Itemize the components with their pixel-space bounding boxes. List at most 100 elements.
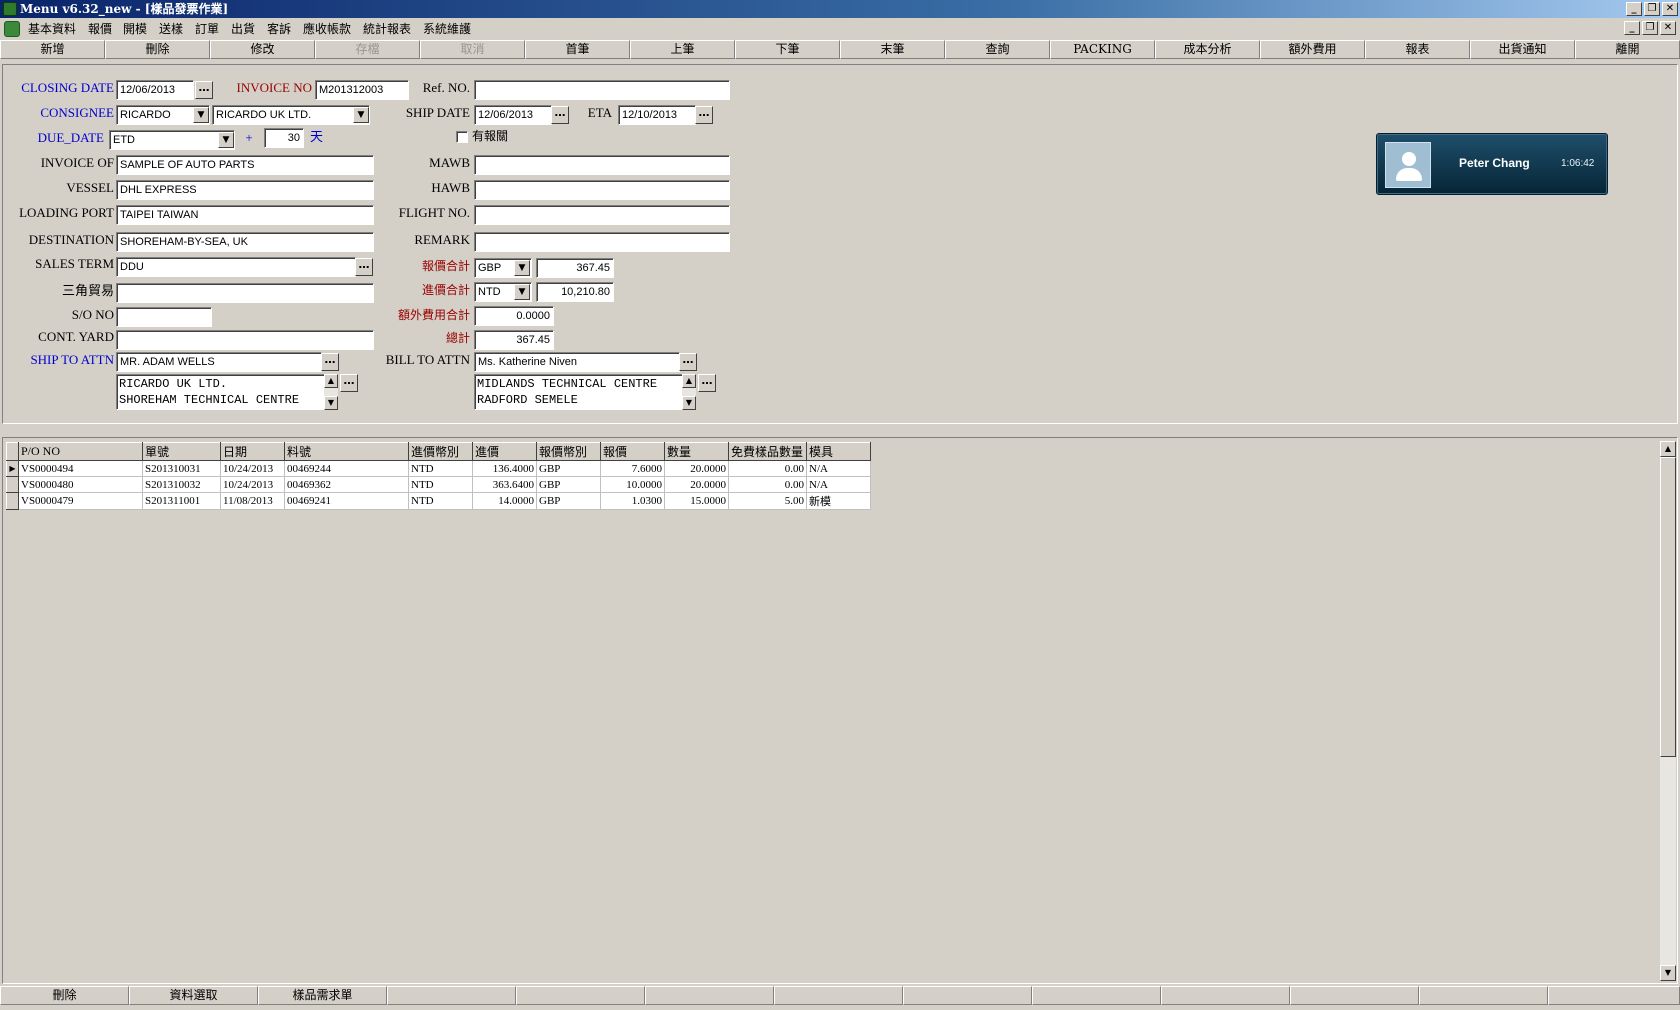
cell-part-no[interactable]: 00469241: [284, 492, 409, 510]
col-mold[interactable]: 模具: [806, 442, 871, 461]
cell-quantity[interactable]: 20.0000: [664, 460, 729, 477]
restore-icon[interactable]: ❐: [1644, 2, 1660, 16]
closing-date-picker-icon[interactable]: …: [195, 81, 213, 99]
invoice-no-field[interactable]: M201312003: [315, 80, 409, 100]
invoice-of-field[interactable]: SAMPLE OF AUTO PARTS: [116, 155, 374, 175]
ship-date-picker-icon[interactable]: …: [551, 106, 569, 124]
purchase-total-field[interactable]: 10,210.80: [536, 282, 614, 302]
scroll-up-icon[interactable]: ▲: [324, 374, 338, 388]
cell-sample-no[interactable]: S201310032: [142, 476, 221, 493]
closing-date-field[interactable]: 12/06/2013: [116, 80, 194, 100]
hawb-field[interactable]: [474, 180, 730, 200]
consignee-name-select[interactable]: RICARDO UK LTD.: [212, 105, 370, 125]
previous-record-button[interactable]: 上筆: [630, 40, 735, 59]
ship-to-scrollbar[interactable]: ▲ ▼: [324, 374, 338, 410]
eta-field[interactable]: 12/10/2013: [618, 105, 696, 125]
cell-purchase-currency[interactable]: NTD: [408, 460, 473, 477]
cell-part-no[interactable]: 00469244: [284, 460, 409, 477]
chevron-down-icon[interactable]: ▼: [218, 132, 234, 148]
cell-sample-no[interactable]: S201311001: [142, 492, 221, 510]
remark-field[interactable]: [474, 232, 730, 252]
first-record-button[interactable]: 首筆: [525, 40, 630, 59]
col-purchase-currency[interactable]: 進價幣別: [408, 442, 473, 461]
cancel-button[interactable]: 取消: [420, 40, 525, 59]
scroll-thumb[interactable]: [1660, 457, 1676, 757]
menu-complaint[interactable]: 客訴: [262, 20, 296, 38]
eta-picker-icon[interactable]: …: [695, 106, 713, 124]
cell-quote-price[interactable]: 1.0300: [600, 492, 665, 510]
cell-quantity[interactable]: 20.0000: [664, 476, 729, 493]
delete-row-button[interactable]: 刪除: [0, 986, 129, 1005]
so-no-field[interactable]: [116, 307, 212, 327]
table-row[interactable]: VS0000479 S201311001 11/08/2013 00469241…: [6, 492, 871, 510]
cell-purchase-currency[interactable]: NTD: [408, 476, 473, 493]
menu-sample-send[interactable]: 送樣: [154, 20, 188, 38]
save-button[interactable]: 存檔: [315, 40, 420, 59]
cont-yard-field[interactable]: [116, 330, 374, 350]
exit-button[interactable]: 離開: [1575, 40, 1680, 59]
cell-free-sample-qty[interactable]: 5.00: [728, 492, 807, 510]
cell-mold[interactable]: 新模: [806, 492, 871, 510]
chevron-down-icon[interactable]: ▼: [514, 260, 530, 276]
select-data-button[interactable]: 資料選取: [129, 986, 258, 1005]
cell-part-no[interactable]: 00469362: [284, 476, 409, 493]
col-purchase-price[interactable]: 進價: [472, 442, 537, 461]
bill-to-attn-field[interactable]: Ms. Katherine Niven: [474, 352, 680, 372]
extra-fee-total-field[interactable]: 0.0000: [474, 306, 554, 326]
ship-to-attn-field[interactable]: MR. ADAM WELLS: [116, 352, 322, 372]
mdi-restore-icon[interactable]: ❐: [1642, 21, 1658, 35]
col-quote-currency[interactable]: 報價幣別: [536, 442, 601, 461]
destination-field[interactable]: SHOREHAM-BY-SEA, UK: [116, 232, 374, 252]
grid-vertical-scrollbar[interactable]: ▲ ▼: [1660, 441, 1676, 981]
cell-purchase-price[interactable]: 14.0000: [472, 492, 537, 510]
customs-checkbox[interactable]: [456, 131, 468, 143]
cell-quote-price[interactable]: 10.0000: [600, 476, 665, 493]
col-quote-price[interactable]: 報價: [600, 442, 665, 461]
cell-date[interactable]: 10/24/2013: [220, 460, 285, 477]
cell-quote-currency[interactable]: GBP: [536, 492, 601, 510]
cell-free-sample-qty[interactable]: 0.00: [728, 476, 807, 493]
col-free-sample-qty[interactable]: 免費樣品數量: [728, 442, 807, 461]
menu-mold[interactable]: 開模: [118, 20, 152, 38]
col-quantity[interactable]: 數量: [664, 442, 729, 461]
menu-basic-data[interactable]: 基本資料: [23, 20, 81, 38]
chevron-down-icon[interactable]: ▼: [353, 107, 369, 123]
cell-quantity[interactable]: 15.0000: [664, 492, 729, 510]
edit-button[interactable]: 修改: [210, 40, 315, 59]
due-date-basis-select[interactable]: ETD: [109, 130, 235, 150]
cell-purchase-price[interactable]: 363.6400: [472, 476, 537, 493]
delete-button[interactable]: 刪除: [105, 40, 210, 59]
cell-po-no[interactable]: VS0000480: [18, 476, 143, 493]
last-record-button[interactable]: 末筆: [840, 40, 945, 59]
ref-no-field[interactable]: [474, 80, 730, 100]
bill-to-scrollbar[interactable]: ▲ ▼: [682, 374, 696, 410]
ship-to-address-memo[interactable]: RICARDO UK LTD. SHOREHAM TECHNICAL CENTR…: [116, 374, 338, 410]
quote-total-field[interactable]: 367.45: [536, 258, 614, 278]
cell-sample-no[interactable]: S201310031: [142, 460, 221, 477]
cell-purchase-price[interactable]: 136.4000: [472, 460, 537, 477]
table-row[interactable]: ▶ VS0000494 S201310031 10/24/2013 004692…: [6, 460, 871, 477]
mdi-close-icon[interactable]: ✕: [1660, 21, 1676, 35]
col-po-no[interactable]: P/O NO: [18, 442, 143, 461]
minimize-icon[interactable]: _: [1626, 2, 1642, 16]
cell-mold[interactable]: N/A: [806, 476, 871, 493]
grand-total-field[interactable]: 367.45: [474, 330, 554, 350]
scroll-up-icon[interactable]: ▲: [1660, 441, 1676, 457]
sales-term-field[interactable]: DDU: [116, 257, 356, 277]
cell-free-sample-qty[interactable]: 0.00: [728, 460, 807, 477]
chevron-down-icon[interactable]: ▼: [193, 107, 209, 123]
cost-analysis-button[interactable]: 成本分析: [1155, 40, 1260, 59]
cell-quote-currency[interactable]: GBP: [536, 460, 601, 477]
menu-order[interactable]: 訂單: [190, 20, 224, 38]
query-button[interactable]: 查詢: [945, 40, 1050, 59]
bill-to-address-lookup-icon[interactable]: …: [698, 374, 716, 392]
cell-purchase-currency[interactable]: NTD: [408, 492, 473, 510]
menu-receivables[interactable]: 應收帳款: [298, 20, 356, 38]
cell-quote-price[interactable]: 7.6000: [600, 460, 665, 477]
shipping-notice-button[interactable]: 出貨通知: [1470, 40, 1575, 59]
cell-quote-currency[interactable]: GBP: [536, 476, 601, 493]
scroll-down-icon[interactable]: ▼: [1660, 965, 1676, 981]
vessel-field[interactable]: DHL EXPRESS: [116, 180, 374, 200]
col-sample-no[interactable]: 單號: [142, 442, 221, 461]
bill-to-address-memo[interactable]: MIDLANDS TECHNICAL CENTRE RADFORD SEMELE: [474, 374, 696, 410]
